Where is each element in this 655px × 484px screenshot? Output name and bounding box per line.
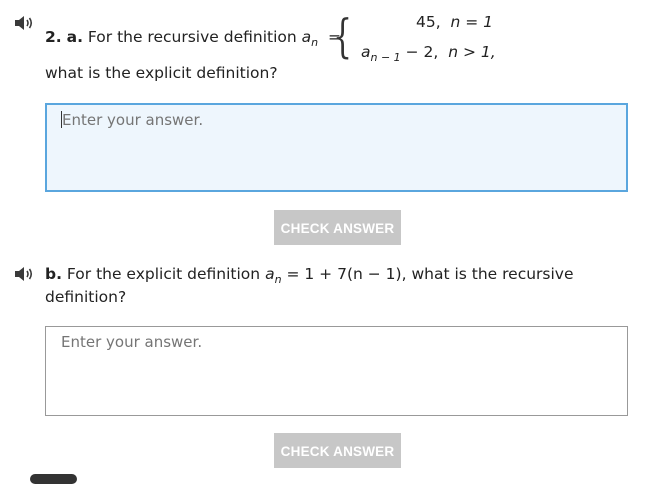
speaker-icon[interactable] — [14, 14, 36, 32]
question-a-prompt: 2. a. For the recursive definition an = — [45, 26, 341, 54]
answer-input-a[interactable] — [45, 103, 628, 192]
piecewise-brace: { — [333, 9, 353, 63]
question-b-text-line2: definition? — [45, 288, 127, 306]
case2-condition: n > 1, — [448, 43, 496, 61]
sequence-var: a — [301, 28, 312, 46]
question-part-label: b. — [45, 265, 62, 283]
piecewise-case-2: an − 1 − 2, n > 1, — [361, 43, 496, 64]
text-caret — [61, 111, 62, 128]
case1-condition: n = 1 — [450, 13, 494, 31]
piecewise-case-1: 45, n = 1 — [416, 13, 493, 31]
answer-input-b[interactable] — [45, 326, 628, 416]
case2-var: a — [361, 43, 371, 61]
question-b-text: For the explicit definition — [66, 265, 261, 283]
case2-index: n − 1 — [370, 51, 401, 64]
question-part-label: a. — [66, 28, 83, 46]
speaker-icon[interactable] — [14, 265, 36, 283]
sequence-index: n — [311, 36, 319, 49]
check-answer-button-a[interactable]: CHECK ANSWER — [274, 210, 401, 245]
question-a-followup: what is the explicit definition? — [45, 64, 278, 82]
case2-expr: − 2, — [405, 43, 439, 61]
question-number: 2. — [45, 28, 62, 46]
case1-value: 45, — [416, 13, 441, 31]
question-b-text-after: what is the recursive — [411, 265, 574, 283]
check-answer-button-b[interactable]: CHECK ANSWER — [274, 433, 401, 468]
sequence-index: n — [274, 273, 282, 286]
partial-button[interactable] — [30, 474, 77, 484]
explicit-formula: = 1 + 7(n − 1), — [286, 265, 407, 283]
question-a-text: For the recursive definition — [87, 28, 297, 46]
sequence-var: a — [265, 265, 275, 283]
